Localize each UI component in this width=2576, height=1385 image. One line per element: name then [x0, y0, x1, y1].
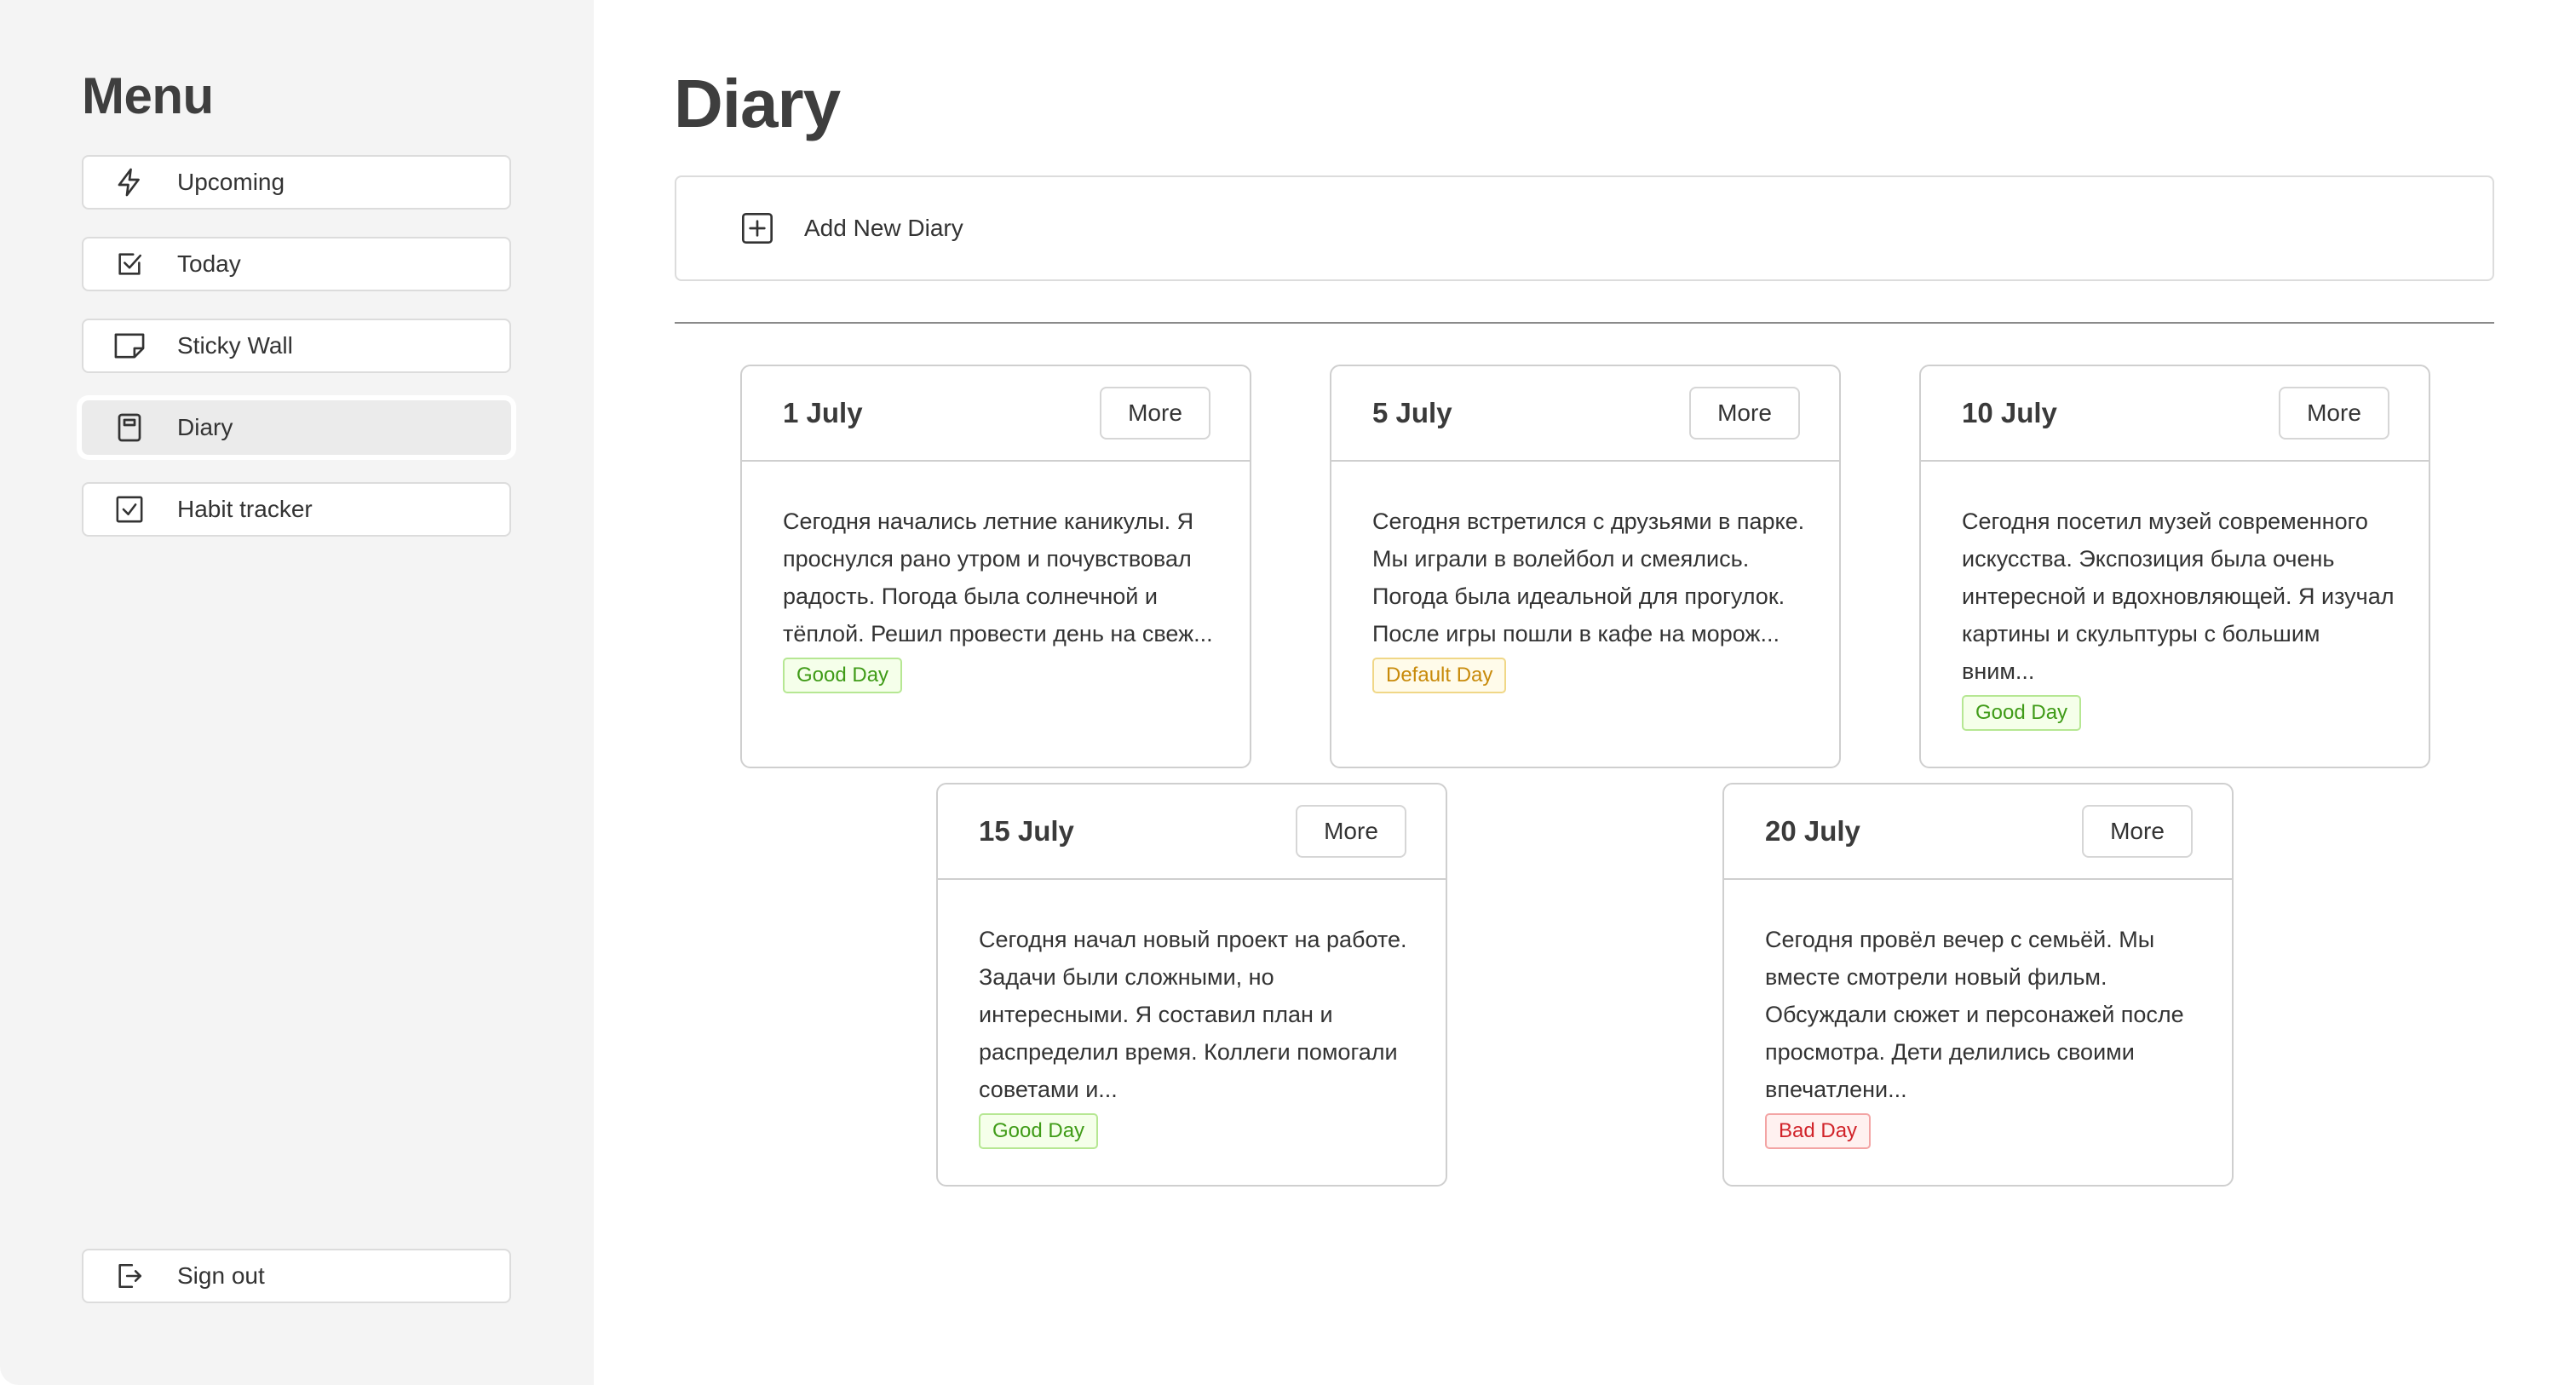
- card-date: 20 July: [1765, 815, 1860, 847]
- page-title: Diary: [674, 66, 841, 141]
- sidebar-item-label: Diary: [177, 414, 233, 440]
- sidebar-item-label: Sticky Wall: [177, 332, 293, 359]
- card-body: Сегодня встретился с друзьями в парке. М…: [1331, 462, 1839, 693]
- card-header: 10 July More: [1921, 366, 2429, 462]
- sign-out-icon: [112, 1259, 147, 1293]
- card-date: 10 July: [1962, 397, 2057, 428]
- add-new-diary-label: Add New Diary: [804, 215, 963, 241]
- sidebar: Menu Upcoming Today Sticky Wall Diary Ha…: [0, 0, 594, 1385]
- diary-card: 10 July More Сегодня посетил музей совре…: [1919, 365, 2430, 768]
- sidebar-item-today[interactable]: Today: [82, 237, 511, 291]
- card-header: 15 July More: [938, 784, 1446, 880]
- card-text: Сегодня посетил музей современного искус…: [1962, 509, 2395, 684]
- plus-square-icon: [739, 210, 775, 246]
- mood-badge: Good Day: [979, 1113, 1099, 1149]
- card-body: Сегодня начал новый проект на работе. За…: [938, 880, 1446, 1149]
- diary-icon: [112, 411, 147, 445]
- more-button[interactable]: More: [1100, 387, 1210, 440]
- sidebar-item-sticky-wall[interactable]: Sticky Wall: [82, 319, 511, 373]
- card-text: Сегодня начал новый проект на работе. За…: [979, 927, 1407, 1102]
- card-body: Сегодня провёл вечер с семьёй. Мы вместе…: [1724, 880, 2232, 1149]
- more-button[interactable]: More: [2082, 805, 2193, 858]
- check-square-icon: [112, 492, 147, 526]
- sidebar-item-upcoming[interactable]: Upcoming: [82, 155, 511, 210]
- diary-card: 1 July More Сегодня начались летние кани…: [740, 365, 1251, 768]
- mood-badge: Bad Day: [1765, 1113, 1872, 1149]
- main-content: Diary Add New Diary 1 July More Сегодня …: [594, 0, 2576, 1385]
- sidebar-item-label: Upcoming: [177, 169, 285, 195]
- card-date: 1 July: [783, 397, 863, 428]
- more-button[interactable]: More: [1689, 387, 1800, 440]
- more-button[interactable]: More: [2279, 387, 2389, 440]
- sign-out-button[interactable]: Sign out: [82, 1249, 511, 1303]
- mood-badge: Good Day: [783, 658, 903, 693]
- card-body: Сегодня посетил музей современного искус…: [1921, 462, 2429, 731]
- card-date: 5 July: [1372, 397, 1452, 428]
- card-header: 5 July More: [1331, 366, 1839, 462]
- checkbox-icon: [112, 247, 147, 281]
- card-header: 1 July More: [742, 366, 1250, 462]
- card-text: Сегодня встретился с друзьями в парке. М…: [1372, 509, 1805, 647]
- mood-badge: Good Day: [1962, 695, 2082, 731]
- card-text: Сегодня начались летние каникулы. Я прос…: [783, 509, 1213, 647]
- diary-card: 15 July More Сегодня начал новый проект …: [936, 783, 1447, 1187]
- sidebar-item-diary[interactable]: Diary: [82, 400, 511, 455]
- card-body: Сегодня начались летние каникулы. Я прос…: [742, 462, 1250, 693]
- card-header: 20 July More: [1724, 784, 2232, 880]
- menu-title: Menu: [82, 67, 214, 124]
- sidebar-item-label: Habit tracker: [177, 496, 313, 522]
- card-text: Сегодня провёл вечер с семьёй. Мы вместе…: [1765, 927, 2184, 1102]
- mood-badge: Default Day: [1372, 658, 1507, 693]
- sidebar-item-label: Today: [177, 250, 241, 277]
- sidebar-item-habit-tracker[interactable]: Habit tracker: [82, 482, 511, 537]
- diary-card: 20 July More Сегодня провёл вечер с семь…: [1722, 783, 2234, 1187]
- more-button[interactable]: More: [1296, 805, 1406, 858]
- divider: [675, 322, 2494, 324]
- lightning-icon: [112, 165, 147, 199]
- sticky-note-icon: [112, 329, 147, 363]
- add-new-diary-button[interactable]: Add New Diary: [675, 175, 2494, 281]
- diary-card: 5 July More Сегодня встретился с друзьям…: [1330, 365, 1841, 768]
- sign-out-label: Sign out: [177, 1262, 265, 1289]
- card-date: 15 July: [979, 815, 1074, 847]
